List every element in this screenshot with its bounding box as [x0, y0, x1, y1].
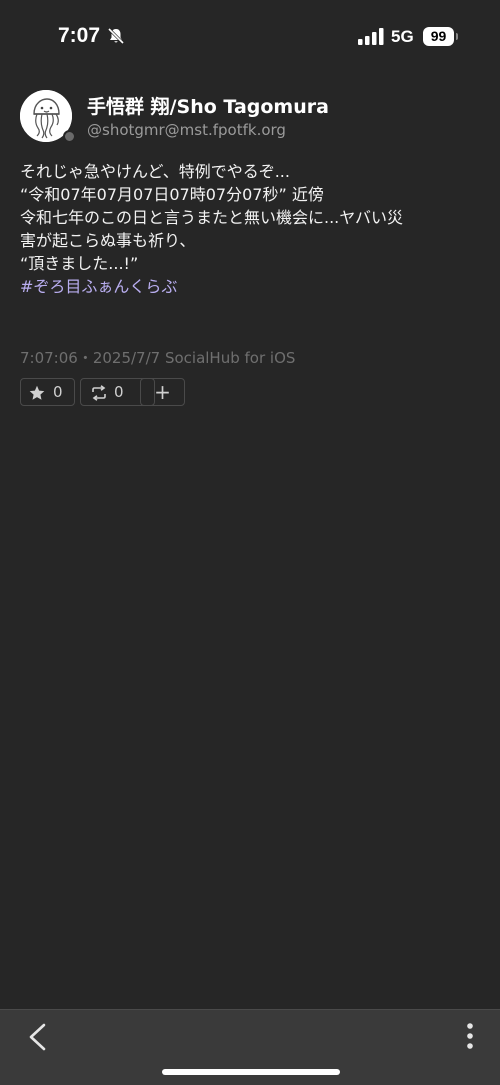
status-bar: 7:07 5G 99: [0, 0, 500, 72]
user-handle[interactable]: @shotgmr@mst.fpotfk.org: [87, 121, 286, 139]
avatar-status-dot: [63, 130, 76, 143]
boost-icon: [92, 385, 106, 401]
hashtag-link[interactable]: #ぞろ目ふぁんくらぶ: [20, 275, 482, 298]
bottom-toolbar: [0, 1009, 500, 1085]
plus-icon: +: [154, 380, 171, 404]
post-body-line: それじゃ急やけんど、特例でやるぞ...: [20, 162, 290, 181]
more-vertical-icon[interactable]: [462, 1022, 478, 1052]
bell-slash-icon: [107, 27, 125, 45]
signal-bars-icon: [358, 28, 384, 45]
star-icon: [29, 385, 45, 400]
network-label: 5G: [391, 27, 414, 46]
post-body-line: 令和七年のこの日と言うまたと無い機会に...ヤバい災: [20, 208, 403, 227]
favorite-button[interactable]: 0: [20, 378, 75, 406]
battery-tip: [456, 33, 458, 40]
home-indicator: [162, 1069, 340, 1075]
post-body: それじゃ急やけんど、特例でやるぞ... “令和07年07月07日07時07分07…: [20, 160, 482, 298]
post-body-line: 害が起こらぬ事も祈り、: [20, 231, 196, 250]
display-name[interactable]: 手悟群 翔/Sho Tagomura: [87, 92, 329, 119]
boost-count: 0: [114, 383, 124, 401]
post-meta: 7:07:06・2025/7/7 SocialHub for iOS: [20, 349, 296, 367]
chevron-left-icon[interactable]: [26, 1022, 50, 1052]
favorite-count: 0: [53, 383, 63, 401]
post-body-line: “頂きました...!”: [20, 254, 139, 273]
add-reaction-button[interactable]: +: [140, 378, 185, 406]
screen: 7:07 5G 99 手悟群 翔/Sho Tagomura @shotgmr@m…: [0, 0, 500, 1085]
status-time: 7:07: [58, 24, 101, 47]
battery-icon: 99: [423, 27, 454, 46]
post-body-line: “令和07年07月07日07時07分07秒” 近傍: [20, 185, 324, 204]
